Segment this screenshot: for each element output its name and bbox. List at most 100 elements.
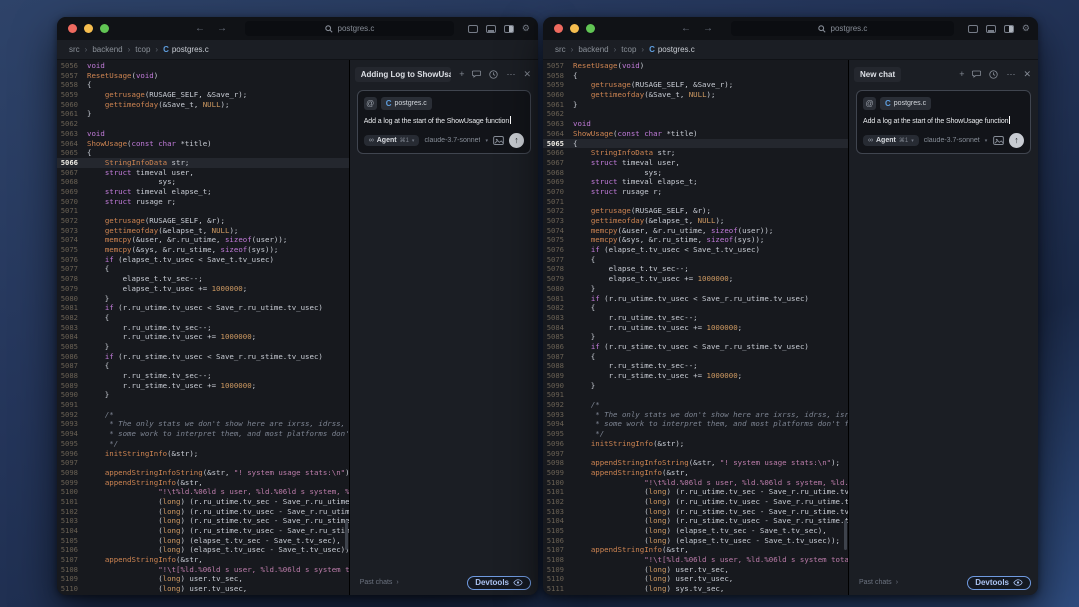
code-line[interactable]: 5071 — [57, 206, 349, 216]
code-line[interactable]: 5069 struct timeval elapse_t; — [543, 177, 848, 187]
agent-mode-selector[interactable]: ∞ Agent ⌘1 ▾ — [863, 135, 919, 146]
code-line[interactable]: 5079 elapse_t.tv_usec += 1000000; — [57, 284, 349, 294]
code-line[interactable]: 5057ResetUsage(void) — [57, 71, 349, 81]
code-line[interactable]: 5109 (long) user.tv_sec, — [543, 565, 848, 575]
code-line[interactable]: 5106 (long) (elapse_t.tv_usec - Save_t.t… — [57, 545, 349, 555]
code-line[interactable]: 5088 r.ru_stime.tv_sec--; — [57, 371, 349, 381]
close-panel-icon[interactable]: ✕ — [523, 69, 531, 80]
code-line[interactable]: 5105 (long) (elapse_t.tv_sec - Save_t.tv… — [57, 536, 349, 546]
code-line[interactable]: 5106 (long) (elapse_t.tv_usec - Save_t.t… — [543, 536, 848, 546]
toggle-left-dock-icon[interactable] — [968, 25, 978, 33]
code-line[interactable]: 5110 (long) user.tv_usec, — [57, 584, 349, 594]
code-line[interactable]: 5073 gettimeofday(&elapse_t, NULL); — [57, 226, 349, 236]
code-line[interactable]: 5084 r.ru_utime.tv_usec += 1000000; — [57, 332, 349, 342]
code-line[interactable]: 5108 "!\t[%ld.%06ld s user, %ld.%06ld s … — [57, 565, 349, 575]
code-line[interactable]: 5101 (long) (r.ru_utime.tv_sec - Save_r.… — [543, 487, 848, 497]
code-line[interactable]: 5074 memcpy(&user, &r.ru_utime, sizeof(u… — [543, 226, 848, 236]
breadcrumb-dir[interactable]: src — [69, 45, 80, 54]
code-line[interactable]: 5056void — [57, 61, 349, 71]
code-line[interactable]: 5091 — [543, 390, 848, 400]
code-line[interactable]: 5072 getrusage(RUSAGE_SELF, &r); — [543, 206, 848, 216]
code-line[interactable]: 5068 sys; — [57, 177, 349, 187]
zoom-window-button[interactable] — [586, 24, 595, 33]
send-button[interactable]: ↑ — [1009, 133, 1024, 148]
scrollbar-thumb[interactable] — [844, 520, 847, 550]
code-line[interactable]: 5086 if (r.ru_stime.tv_usec < Save_r.ru_… — [543, 342, 848, 352]
code-line[interactable]: 5101 (long) (r.ru_utime.tv_sec - Save_r.… — [57, 497, 349, 507]
code-line[interactable]: 5078 elapse_t.tv_sec--; — [57, 274, 349, 284]
close-panel-icon[interactable]: ✕ — [1023, 69, 1031, 80]
code-line[interactable]: 5070 struct rusage r; — [57, 197, 349, 207]
code-line[interactable]: 5085 } — [543, 332, 848, 342]
code-line[interactable]: 5082 { — [57, 313, 349, 323]
code-line[interactable]: 5087 { — [543, 352, 848, 362]
agent-mode-selector[interactable]: ∞ Agent ⌘1 ▾ — [364, 135, 420, 146]
code-line[interactable]: 5075 memcpy(&sys, &r.ru_stime, sizeof(sy… — [543, 235, 848, 245]
breadcrumb-dir[interactable]: src — [555, 45, 566, 54]
code-line[interactable]: 5081 if (r.ru_utime.tv_usec < Save_r.ru_… — [57, 303, 349, 313]
code-line[interactable]: 5063void — [57, 129, 349, 139]
scrollbar-thumb[interactable] — [345, 520, 348, 550]
code-line[interactable]: 5067 struct timeval user, — [57, 168, 349, 178]
code-line[interactable]: 5093 * The only stats we don't show here… — [57, 419, 349, 429]
history-clock-icon[interactable] — [989, 70, 998, 79]
past-chats-link[interactable]: Past chats › — [360, 579, 399, 586]
code-line[interactable]: 5103 (long) (r.ru_stime.tv_sec - Save_r.… — [543, 507, 848, 517]
context-file-chip[interactable]: C postgres.c — [880, 97, 931, 110]
code-line[interactable]: 5086 if (r.ru_stime.tv_usec < Save_r.ru_… — [57, 352, 349, 362]
model-selector[interactable]: claude-3.7-sonnet — [924, 137, 980, 144]
code-line[interactable]: 5064ShowUsage(const char *title) — [543, 129, 848, 139]
breadcrumb-file[interactable]: C postgres.c — [163, 45, 209, 54]
code-line[interactable]: 5099 appendStringInfo(&str, — [543, 468, 848, 478]
code-line[interactable]: 5057ResetUsage(void) — [543, 61, 848, 71]
code-line[interactable]: 5078 elapse_t.tv_sec--; — [543, 264, 848, 274]
new-thread-icon[interactable]: + — [959, 69, 964, 79]
model-selector[interactable]: claude-3.7-sonnet — [424, 137, 480, 144]
code-line[interactable]: 5066 StringInfoData str; — [543, 148, 848, 158]
forward-icon[interactable]: → — [217, 23, 227, 34]
code-line[interactable]: 5112 (long) sys.tv_usec); — [543, 594, 848, 595]
chat-tab-title[interactable]: Adding Log to ShowUsage F — [355, 67, 451, 82]
code-line[interactable]: 5085 } — [57, 342, 349, 352]
code-line[interactable]: 5089 r.ru_stime.tv_usec += 1000000; — [57, 381, 349, 391]
send-button[interactable]: ↑ — [509, 133, 524, 148]
chat-input-card[interactable]: @ C postgres.c Add a log at the start of… — [357, 90, 531, 154]
code-line[interactable]: 5104 (long) (r.ru_stime.tv_usec - Save_r… — [543, 516, 848, 526]
file-tab[interactable]: postgres.c — [245, 21, 454, 36]
code-line[interactable]: 5095 */ — [543, 429, 848, 439]
code-line[interactable]: 5082 { — [543, 303, 848, 313]
code-line[interactable]: 5096 initStringInfo(&str); — [543, 439, 848, 449]
toggle-right-dock-icon[interactable] — [504, 25, 514, 33]
new-thread-icon[interactable]: + — [459, 69, 464, 79]
context-file-chip[interactable]: C postgres.c — [381, 97, 432, 110]
zoom-window-button[interactable] — [100, 24, 109, 33]
close-window-button[interactable] — [554, 24, 563, 33]
past-chats-link[interactable]: Past chats › — [859, 579, 898, 586]
breadcrumb-dir[interactable]: tcop — [135, 45, 150, 54]
code-line[interactable]: 5088 r.ru_stime.tv_sec--; — [543, 361, 848, 371]
devtools-badge[interactable]: Devtools — [967, 576, 1031, 590]
chat-tab-title[interactable]: New chat — [854, 67, 901, 82]
code-line[interactable]: 5064ShowUsage(const char *title) — [57, 139, 349, 149]
code-line[interactable]: 5070 struct rusage r; — [543, 187, 848, 197]
minimize-window-button[interactable] — [84, 24, 93, 33]
code-line[interactable]: 5093 * The only stats we don't show here… — [543, 410, 848, 420]
code-line[interactable]: 5062 — [57, 119, 349, 129]
code-line[interactable]: 5063void — [543, 119, 848, 129]
code-line[interactable]: 5061} — [543, 100, 848, 110]
code-line[interactable]: 5102 (long) (r.ru_utime.tv_usec - Save_r… — [543, 497, 848, 507]
toggle-bottom-dock-icon[interactable] — [486, 25, 496, 33]
code-line[interactable]: 5091 — [57, 400, 349, 410]
code-line[interactable]: 5094 * some work to interpret them, and … — [543, 419, 848, 429]
code-editor[interactable]: 5057ResetUsage(void)5058{5059 getrusage(… — [543, 60, 848, 595]
code-line[interactable]: 5089 r.ru_stime.tv_usec += 1000000; — [543, 371, 848, 381]
code-line[interactable]: 5069 struct timeval elapse_t; — [57, 187, 349, 197]
code-line[interactable]: 5077 { — [57, 264, 349, 274]
code-line[interactable]: 5092 /* — [543, 400, 848, 410]
code-line[interactable]: 5100 "!\t%ld.%06ld s user, %ld.%06ld s s… — [57, 487, 349, 497]
code-editor[interactable]: 5056void5057ResetUsage(void)5058{5059 ge… — [57, 60, 349, 595]
code-line[interactable]: 5059 getrusage(RUSAGE_SELF, &Save_r); — [543, 80, 848, 90]
code-line[interactable]: 5096 initStringInfo(&str); — [57, 449, 349, 459]
code-line[interactable]: 5107 appendStringInfo(&str, — [543, 545, 848, 555]
code-line[interactable]: 5090 } — [543, 381, 848, 391]
